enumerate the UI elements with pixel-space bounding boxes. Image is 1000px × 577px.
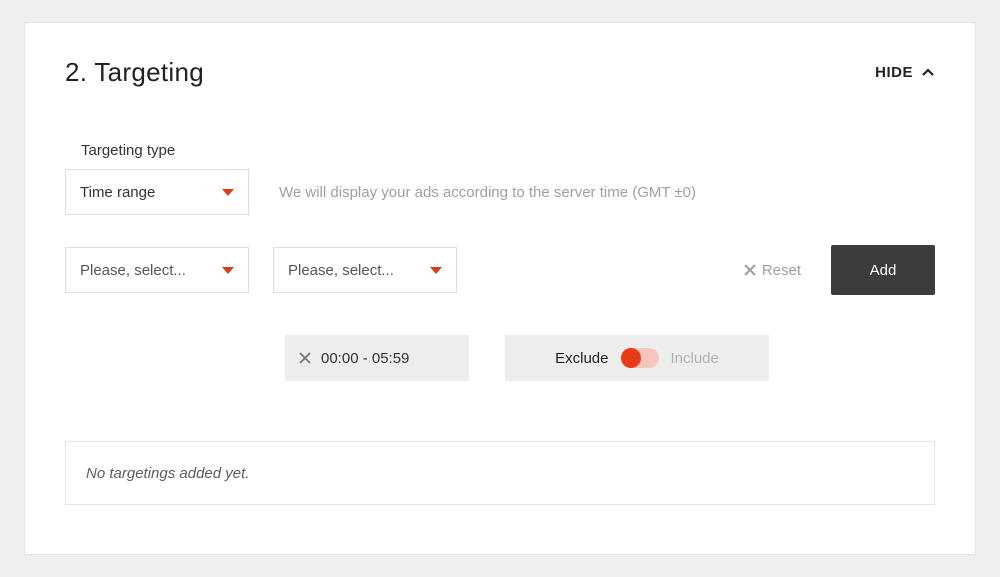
empty-state-text: No targetings added yet. — [86, 465, 249, 482]
add-label: Add — [870, 262, 897, 279]
exclude-label: Exclude — [555, 350, 608, 367]
hide-label: HIDE — [875, 64, 913, 81]
to-time-select[interactable]: Please, select... — [273, 247, 457, 293]
from-time-select[interactable]: Please, select... — [65, 247, 249, 293]
close-icon — [744, 264, 756, 276]
targeting-type-value: Time range — [80, 184, 155, 201]
time-range-chip: 00:00 - 05:59 — [285, 335, 469, 381]
to-time-placeholder: Please, select... — [288, 262, 394, 279]
targeting-type-label: Targeting type — [81, 142, 935, 159]
add-button[interactable]: Add — [831, 245, 935, 295]
chevron-up-icon — [921, 66, 935, 80]
hide-button[interactable]: HIDE — [875, 64, 935, 81]
remove-chip-icon[interactable] — [299, 352, 311, 364]
caret-down-icon — [222, 189, 234, 196]
from-time-placeholder: Please, select... — [80, 262, 186, 279]
time-select-row: Please, select... Please, select... Rese… — [65, 245, 935, 295]
empty-state-box: No targetings added yet. — [65, 441, 935, 505]
toggle-switch[interactable] — [621, 348, 659, 368]
panel-header: 2. Targeting HIDE — [65, 57, 935, 88]
targeting-type-select[interactable]: Time range — [65, 169, 249, 215]
targeting-type-hint: We will display your ads according to th… — [279, 184, 696, 201]
reset-label: Reset — [762, 262, 801, 279]
caret-down-icon — [222, 267, 234, 274]
chip-label: 00:00 - 05:59 — [321, 350, 409, 367]
targeting-panel: 2. Targeting HIDE Targeting type Time ra… — [24, 22, 976, 555]
chip-and-toggle-row: 00:00 - 05:59 Exclude Include — [285, 335, 935, 381]
caret-down-icon — [430, 267, 442, 274]
include-exclude-toggle: Exclude Include — [505, 335, 769, 381]
reset-button[interactable]: Reset — [744, 262, 801, 279]
targeting-type-row: Time range We will display your ads acco… — [65, 169, 935, 215]
panel-title: 2. Targeting — [65, 57, 204, 88]
toggle-knob — [621, 348, 641, 368]
include-label: Include — [671, 350, 719, 367]
